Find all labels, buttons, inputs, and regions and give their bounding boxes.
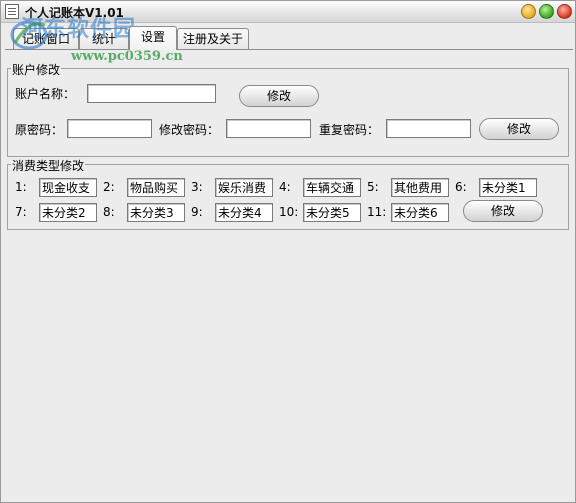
tab-register-about[interactable]: 注册及关于 — [177, 28, 249, 50]
new-password-input[interactable] — [226, 119, 311, 138]
maximize-button[interactable] — [539, 4, 554, 19]
category-num-label: 11: — [367, 205, 387, 219]
category-input[interactable] — [391, 178, 449, 197]
category-num-label: 9: — [191, 205, 203, 219]
category-input[interactable] — [215, 178, 273, 197]
category-num-label: 8: — [103, 205, 115, 219]
account-group: 账户修改 账户名称： 修改 原密码： 修改密码： 重复密码： 修改 — [7, 61, 569, 157]
category-input[interactable] — [127, 178, 185, 197]
tab-bar: 记账窗口 统计 设置 注册及关于 — [5, 26, 573, 50]
category-input[interactable] — [391, 203, 449, 222]
modify-account-name-button[interactable]: 修改 — [239, 85, 319, 107]
category-input[interactable] — [303, 203, 361, 222]
repeat-password-label: 重复密码： — [319, 123, 380, 137]
category-num-label: 5: — [367, 180, 379, 194]
tab-settings[interactable]: 设置 — [129, 26, 177, 50]
account-name-label: 账户名称： — [15, 87, 76, 101]
category-input[interactable] — [39, 203, 97, 222]
close-button[interactable] — [557, 4, 572, 19]
old-password-label: 原密码： — [15, 123, 64, 137]
tab-statistics[interactable]: 统计 — [79, 28, 129, 50]
category-input[interactable] — [39, 178, 97, 197]
category-num-label: 1: — [15, 180, 27, 194]
old-password-input[interactable] — [67, 119, 152, 138]
category-num-label: 3: — [191, 180, 203, 194]
category-group: 消费类型修改 1: 2: 3: 4: 5: 6: 7: 8: 9: 10: 11… — [7, 157, 569, 230]
category-input[interactable] — [479, 178, 537, 197]
category-num-label: 7: — [15, 205, 27, 219]
category-input[interactable] — [215, 203, 273, 222]
account-group-title: 账户修改 — [11, 61, 62, 78]
category-input[interactable] — [303, 178, 361, 197]
minimize-button[interactable] — [521, 4, 536, 19]
modify-password-button[interactable]: 修改 — [479, 118, 559, 140]
category-num-label: 4: — [279, 180, 291, 194]
account-name-input[interactable] — [87, 84, 216, 103]
repeat-password-input[interactable] — [386, 119, 471, 138]
title-bar[interactable]: 个人记账本V1.01 — [1, 1, 575, 23]
modify-category-button[interactable]: 修改 — [463, 200, 543, 222]
category-num-label: 6: — [455, 180, 467, 194]
category-group-title: 消费类型修改 — [11, 157, 86, 174]
app-window: 个人记账本V1.01 记账窗口 统计 设置 注册及关于 账户修改 账户名称： 修… — [0, 0, 576, 503]
category-num-label: 2: — [103, 180, 115, 194]
category-input[interactable] — [127, 203, 185, 222]
watermark-url: www.pc0359.cn — [71, 49, 183, 64]
new-password-label: 修改密码： — [159, 123, 220, 137]
notebook-icon — [5, 4, 19, 19]
window-title: 个人记账本V1.01 — [25, 6, 124, 20]
tab-divider — [5, 49, 573, 50]
category-num-label: 10: — [279, 205, 299, 219]
tab-bookkeeping[interactable]: 记账窗口 — [13, 28, 79, 50]
